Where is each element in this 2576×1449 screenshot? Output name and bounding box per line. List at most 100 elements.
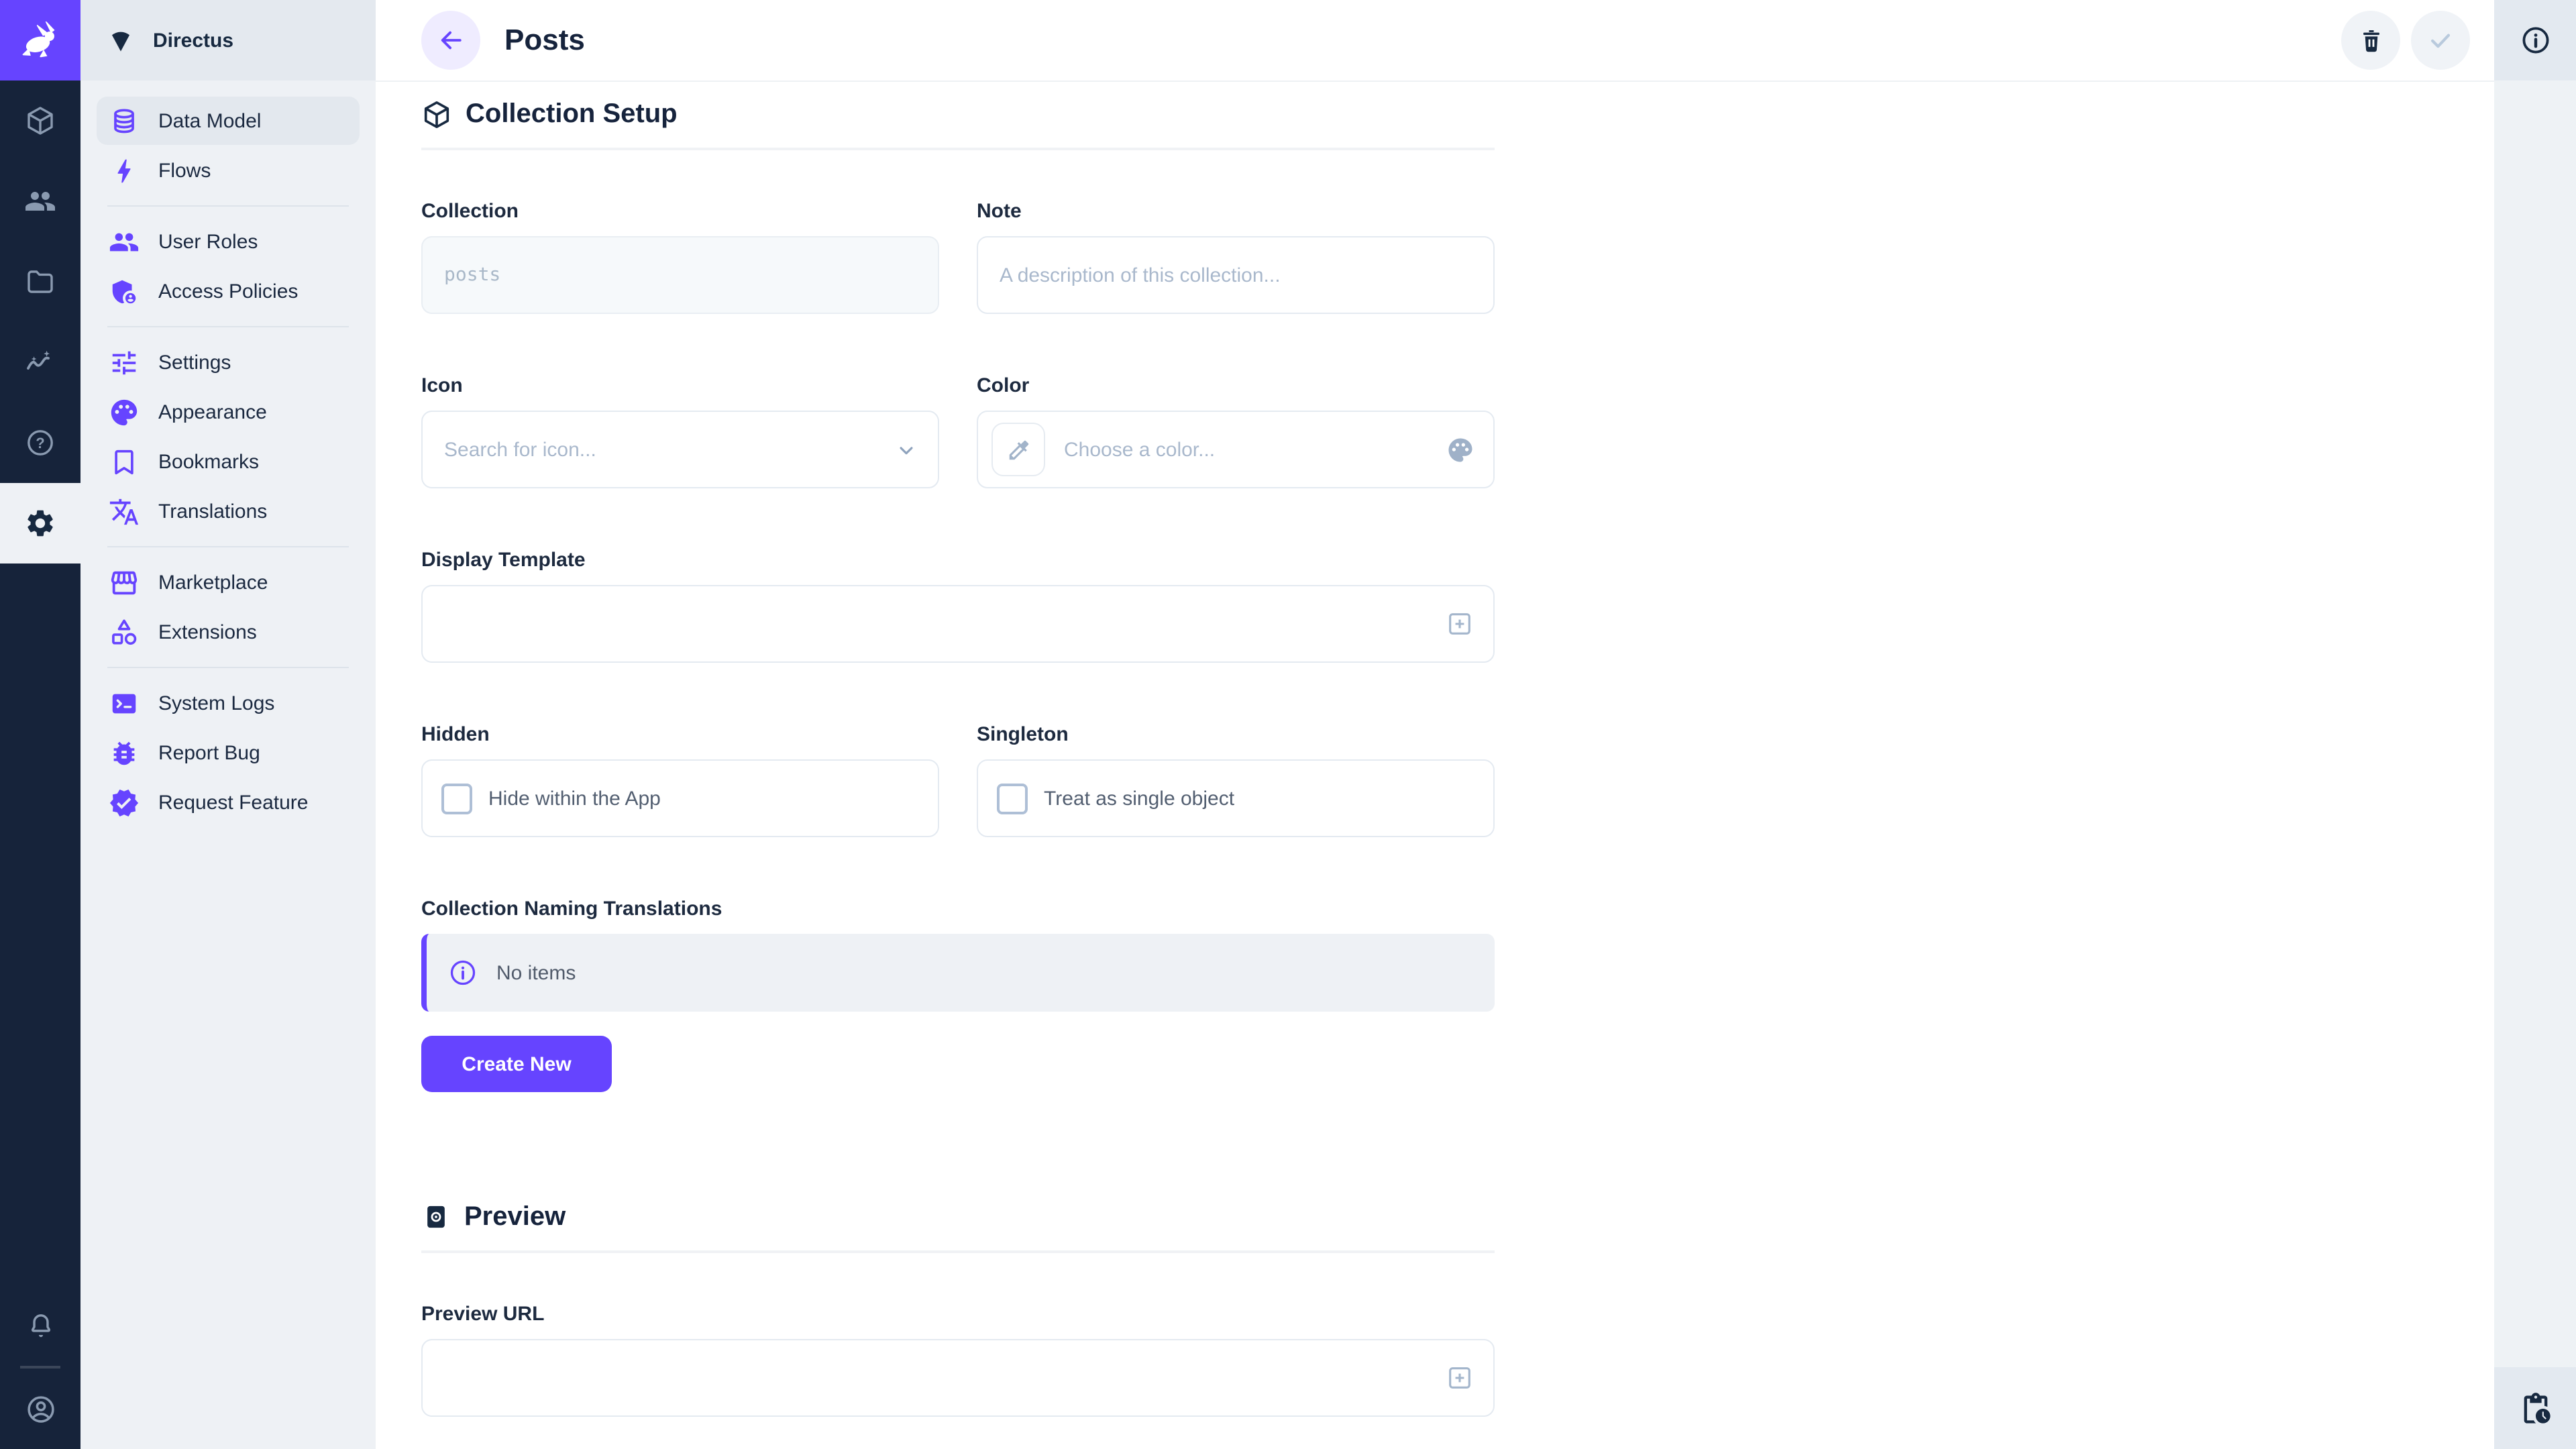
info-sidebar-button[interactable] [2494, 0, 2576, 80]
sidebar-item-report-bug[interactable]: Report Bug [97, 729, 360, 777]
svg-text:?: ? [36, 435, 44, 451]
palette-icon[interactable] [1446, 435, 1474, 464]
hidden-checkbox-row[interactable]: Hide within the App [421, 759, 939, 837]
sidebar-item-extensions[interactable]: Extensions [97, 608, 360, 656]
category-icon [109, 616, 140, 647]
user-menu-button[interactable] [0, 1379, 80, 1438]
directus-logo[interactable] [0, 0, 80, 80]
sidebar-item-system-logs[interactable]: System Logs [97, 679, 360, 727]
project-bar[interactable]: Directus [80, 0, 376, 80]
sidebar-divider [107, 326, 349, 327]
module-bar: ? [0, 0, 80, 1449]
sidebar-item-label: Bookmarks [158, 450, 259, 473]
translate-icon [109, 496, 140, 527]
database-icon [109, 105, 140, 136]
sidebar: Directus Data Model Flows [80, 0, 376, 1449]
verified-icon [109, 787, 140, 818]
singleton-checkbox-label: Treat as single object [1044, 787, 1234, 810]
sidebar-nav: Data Model Flows User Roles Access Pol [80, 80, 376, 828]
note-input[interactable] [997, 262, 1474, 288]
preview-icon [421, 1202, 451, 1232]
field-label: Hidden [421, 722, 939, 749]
sidebar-divider [107, 546, 349, 547]
collection-input[interactable] [441, 263, 919, 287]
section-title-preview: Preview [421, 1199, 1495, 1234]
notifications-button[interactable] [0, 1296, 80, 1355]
save-button[interactable] [2411, 11, 2470, 70]
bug-icon [109, 737, 140, 768]
sidebar-item-user-roles[interactable]: User Roles [97, 217, 360, 266]
preview-url-text[interactable] [441, 1365, 1432, 1391]
field-preview-url: Preview URL [421, 1301, 1495, 1417]
singleton-checkbox-row[interactable]: Treat as single object [977, 759, 1495, 837]
field-label: Icon [421, 373, 939, 400]
app: ? [0, 0, 2576, 1449]
no-items-alert: No items [421, 934, 1495, 1012]
icon-search-input[interactable] [441, 437, 880, 462]
field-collection: Collection [421, 199, 939, 314]
note-input-wrapper [977, 236, 1495, 314]
sidebar-item-translations[interactable]: Translations [97, 487, 360, 535]
sidebar-item-appearance[interactable]: Appearance [97, 388, 360, 436]
preview-url-input[interactable] [421, 1339, 1495, 1417]
sidebar-item-request-feature[interactable]: Request Feature [97, 778, 360, 826]
module-help[interactable]: ? [0, 402, 80, 483]
module-content[interactable] [0, 80, 80, 161]
section-divider [421, 148, 1495, 150]
icon-select[interactable] [421, 411, 939, 488]
section-divider [421, 1250, 1495, 1253]
revisions-sidebar-button[interactable] [2494, 1367, 2576, 1449]
sidebar-item-label: Data Model [158, 109, 261, 132]
back-button[interactable] [421, 11, 480, 70]
page-title: Posts [504, 23, 585, 58]
tune-icon [109, 347, 140, 378]
add-box-icon[interactable] [1445, 1363, 1474, 1393]
terminal-icon [109, 688, 140, 718]
content-scroll[interactable]: Collection Setup Collection Note [376, 80, 2494, 1449]
field-label: Preview URL [421, 1301, 1495, 1328]
module-bar-bottom [0, 1296, 80, 1449]
sidebar-item-marketplace[interactable]: Marketplace [97, 558, 360, 606]
check-icon [2426, 25, 2455, 55]
create-new-button[interactable]: Create New [421, 1036, 612, 1092]
sidebar-item-label: Flows [158, 159, 211, 182]
project-name: Directus [153, 29, 233, 52]
sidebar-item-bookmarks[interactable]: Bookmarks [97, 437, 360, 486]
sidebar-item-label: Access Policies [158, 280, 298, 303]
hidden-checkbox-label: Hide within the App [488, 787, 661, 810]
sidebar-item-settings[interactable]: Settings [97, 338, 360, 386]
field-singleton: Singleton Treat as single object [977, 722, 1495, 837]
sidebar-item-label: Report Bug [158, 741, 260, 764]
add-box-icon[interactable] [1445, 609, 1474, 639]
color-input[interactable] [1061, 437, 1433, 462]
field-label: Color [977, 373, 1495, 400]
arrow-left-icon [436, 25, 466, 55]
delete-button[interactable] [2341, 11, 2400, 70]
people-icon [24, 185, 56, 217]
singleton-checkbox[interactable] [997, 783, 1028, 814]
right-sidebar-collapsed [2494, 0, 2576, 1449]
field-label: Display Template [421, 547, 1495, 574]
main-area: Posts [376, 0, 2494, 1449]
module-file-library[interactable] [0, 241, 80, 322]
collection-form: Collection Setup Collection Note [421, 97, 1495, 1417]
people-icon [109, 226, 140, 257]
hidden-checkbox[interactable] [441, 783, 472, 814]
account-circle-icon [23, 1392, 57, 1426]
sidebar-item-access-policies[interactable]: Access Policies [97, 267, 360, 315]
eyedropper-button[interactable] [991, 423, 1045, 476]
sidebar-divider [107, 205, 349, 207]
display-template-input[interactable] [421, 585, 1495, 663]
palette-icon [109, 396, 140, 427]
module-insights[interactable] [0, 322, 80, 402]
sidebar-item-label: User Roles [158, 230, 258, 253]
field-collection-naming-translations: Collection Naming Translations No [421, 896, 1495, 1092]
display-template-text[interactable] [441, 611, 1432, 637]
sidebar-item-data-model[interactable]: Data Model [97, 97, 360, 145]
module-user-directory[interactable] [0, 161, 80, 241]
sidebar-item-flows[interactable]: Flows [97, 146, 360, 195]
bell-icon [25, 1310, 56, 1341]
module-settings[interactable] [0, 483, 80, 564]
field-label: Note [977, 199, 1495, 225]
field-label: Collection Naming Translations [421, 896, 1495, 923]
